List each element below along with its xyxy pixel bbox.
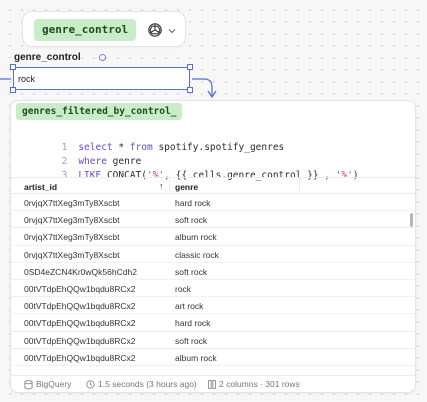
- table-row[interactable]: 0rvjqX7ttXeg3mTy8Xscbt album rock: [11, 228, 415, 246]
- resize-handle[interactable]: [187, 87, 193, 93]
- cell-genre: soft rock: [175, 215, 208, 226]
- cell-genre: album rock: [175, 352, 217, 363]
- code-line: 1 select * from spotify.spotify_genres: [11, 128, 285, 153]
- results-footer: BigQuery 1.5 seconds (3 hours ago) 2 col…: [11, 375, 415, 392]
- cell-artist-id: 00tVTdpEhQQw1bqdu8RCx2: [24, 283, 136, 294]
- sql-cell: genres_filtered_by_control_ 1 select * fr…: [10, 100, 416, 393]
- cell-artist-id: 00tVTdpEhQQw1bqdu8RCx2: [24, 301, 136, 312]
- cell-genre: album rock: [175, 232, 217, 243]
- table-row[interactable]: 00tVTdpEhQQw1bqdu8RCx2 hard rock: [11, 314, 415, 332]
- genre-control-input[interactable]: [18, 71, 185, 86]
- table-row[interactable]: 00tVTdpEhQQw1bqdu8RCx2 art rock: [11, 297, 415, 315]
- summary-label: 2 columns · 301 rows: [219, 379, 300, 389]
- control-cell-header: genre_control: [22, 11, 186, 47]
- column-divider[interactable]: [169, 178, 170, 193]
- cell-genre: hard rock: [175, 318, 211, 329]
- table-row[interactable]: 0SD4eZCN4Kr0wQk56hCdh2 soft rock: [11, 263, 415, 280]
- database-icon: [24, 379, 33, 390]
- resize-handle[interactable]: [10, 64, 16, 70]
- timing-indicator: 1.5 seconds (3 hours ago): [86, 376, 197, 392]
- clock-icon: [86, 380, 95, 389]
- control-label: genre_control: [14, 52, 81, 63]
- resize-handle[interactable]: [187, 64, 193, 70]
- column-divider[interactable]: [299, 178, 300, 193]
- code-line: 3 LIKE CONCAT('%', {{ cells.genre_control…: [11, 156, 359, 181]
- genre-control-input-wrapper: [10, 64, 193, 93]
- source-label: BigQuery: [36, 379, 72, 389]
- sql-text: spotify.spotify_genres: [152, 142, 285, 153]
- outgoing-connector: [192, 78, 213, 96]
- table-scrollbar[interactable]: [410, 213, 413, 227]
- column-header-genre[interactable]: genre: [175, 182, 198, 192]
- table-row[interactable]: 0rvjqX7ttXeg3mTy8Xscbt soft rock: [11, 211, 415, 229]
- cell-artist-id: 0rvjqX7ttXeg3mTy8Xscbt: [24, 232, 120, 243]
- dataframe-name-tag[interactable]: genres_filtered_by_control_: [16, 103, 183, 120]
- chevron-down-icon: [168, 29, 176, 34]
- openai-icon: [148, 23, 162, 37]
- results-table: artist_id ↑ genre 0rvjqX7ttXeg3mTy8Xscbt…: [11, 177, 415, 366]
- cell-artist-id: 0rvjqX7ttXeg3mTy8Xscbt: [24, 249, 120, 260]
- cell-artist-id: 0SD4eZCN4Kr0wQk56hCdh2: [24, 266, 137, 277]
- source-indicator: BigQuery: [24, 376, 71, 392]
- ai-model-button[interactable]: [147, 20, 181, 40]
- table-row[interactable]: 0rvjqX7ttXeg3mTy8Xscbt classic rock: [11, 246, 415, 263]
- cell-genre: hard rock: [175, 198, 211, 208]
- column-header-artist-id[interactable]: artist_id: [24, 182, 57, 192]
- cell-artist-id: 00tVTdpEhQQw1bqdu8RCx2: [24, 335, 136, 346]
- cell-genre: classic rock: [175, 249, 219, 260]
- table-row[interactable]: 00tVTdpEhQQw1bqdu8RCx2 soft rock: [11, 332, 415, 349]
- table-row[interactable]: 0rvjqX7ttXeg3mTy8Xscbt hard rock: [11, 194, 415, 212]
- cell-artist-id: 0rvjqX7ttXeg3mTy8Xscbt: [24, 198, 120, 208]
- sql-editor[interactable]: 1 select * from spotify.spotify_genres 2w…: [11, 125, 415, 181]
- connection-port[interactable]: [99, 54, 106, 61]
- cell-genre: rock: [175, 283, 192, 294]
- summary-indicator: 2 columns · 301 rows: [208, 376, 300, 392]
- cell-genre: soft rock: [175, 266, 208, 277]
- cell-genre: art rock: [175, 301, 204, 312]
- cell-artist-id: 00tVTdpEhQQw1bqdu8RCx2: [24, 352, 136, 363]
- table-row[interactable]: 00tVTdpEhQQw1bqdu8RCx2 rock: [11, 280, 415, 298]
- sort-ascending-icon[interactable]: ↑: [159, 181, 164, 191]
- cell-name-tag[interactable]: genre_control: [34, 19, 137, 41]
- cell-artist-id: 0rvjqX7ttXeg3mTy8Xscbt: [24, 215, 120, 226]
- resize-handle[interactable]: [10, 87, 16, 93]
- cell-artist-id: 00tVTdpEhQQw1bqdu8RCx2: [24, 318, 136, 329]
- columns-icon: [208, 380, 216, 390]
- table-row[interactable]: 00tVTdpEhQQw1bqdu8RCx2 album rock: [11, 349, 415, 366]
- code-line: 2 where genre: [11, 142, 142, 167]
- arrowhead: [207, 90, 217, 99]
- cell-genre: soft rock: [175, 335, 208, 346]
- table-header: artist_id ↑ genre: [11, 177, 415, 194]
- timing-label: 1.5 seconds (3 hours ago): [98, 379, 197, 389]
